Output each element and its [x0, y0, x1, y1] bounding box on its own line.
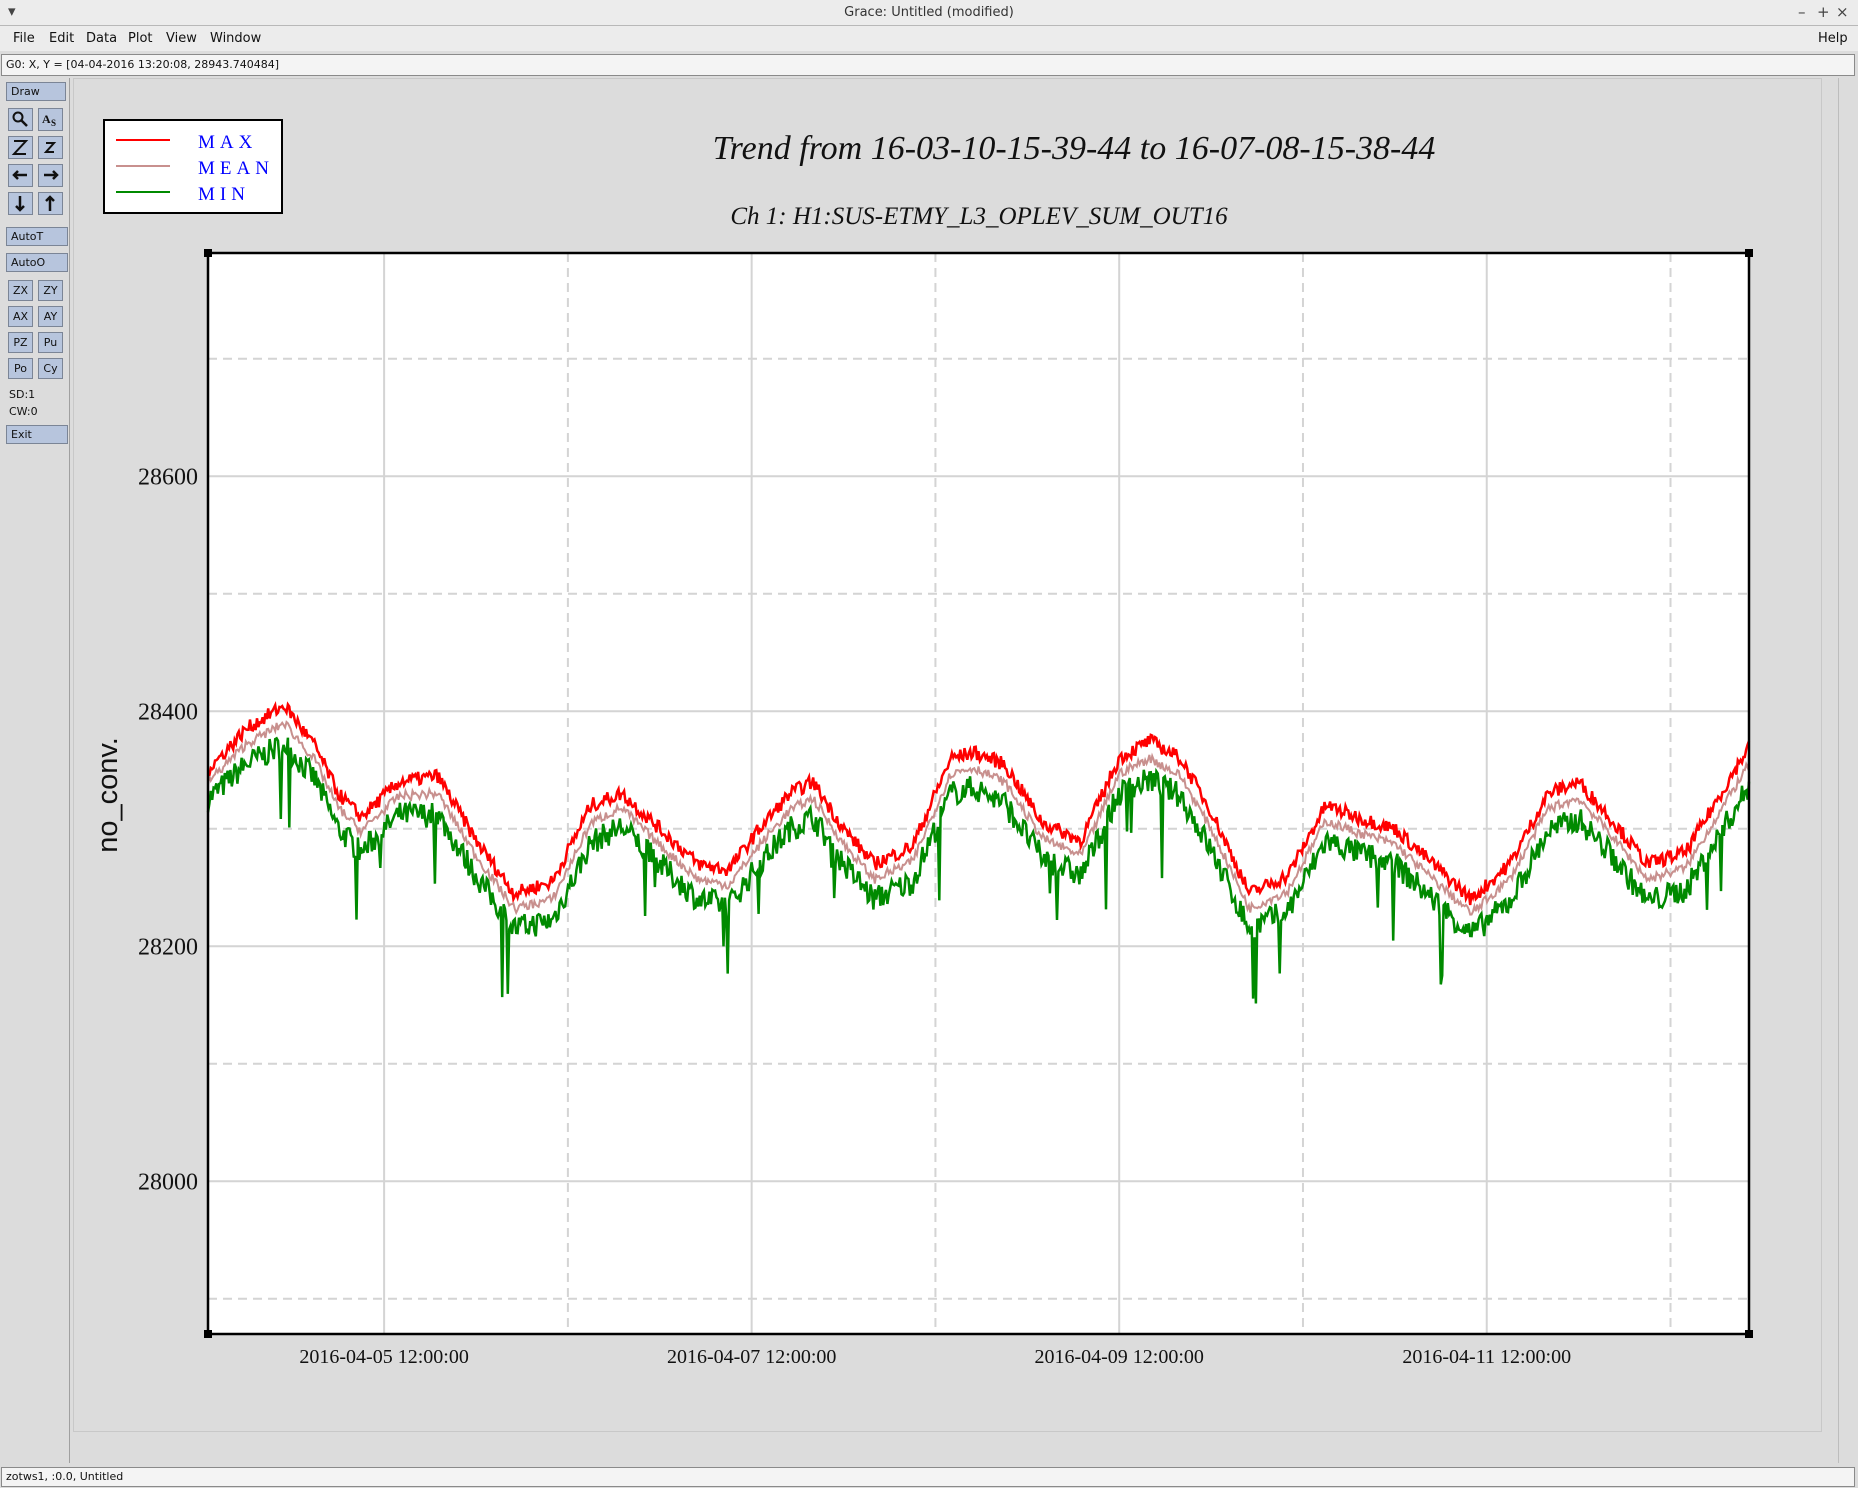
menu-data[interactable]: Data — [86, 31, 117, 46]
y-tick-label: 28000 — [138, 1169, 198, 1195]
maximize-icon[interactable]: + — [1817, 3, 1830, 21]
menu-window[interactable]: Window — [210, 31, 261, 46]
left-arrow-icon[interactable] — [8, 164, 33, 187]
x-tick-label: 2016-04-07 12:00:00 — [667, 1346, 836, 1368]
close-icon[interactable]: × — [1836, 3, 1849, 21]
draw-button[interactable]: Draw — [6, 82, 66, 101]
status-text: zotws1, :0.0, Untitled — [6, 1470, 124, 1483]
text-icon[interactable]: AS — [38, 108, 63, 131]
zx-button[interactable]: ZX — [8, 280, 33, 301]
coordinate-readout-text: G0: X, Y = [04-04-2016 13:20:08, 28943.7… — [6, 58, 280, 71]
autoo-button[interactable]: AutoO — [6, 253, 68, 272]
menu-plot[interactable]: Plot — [128, 31, 153, 46]
trend-chart: 28000 28200 28400 28600 2016-04-05 12:00:00… — [92, 119, 1753, 1368]
x-tick-label: 2016-04-09 12:00:00 — [1034, 1346, 1203, 1368]
zoom-icon[interactable] — [8, 108, 33, 131]
down-arrow-icon[interactable] — [8, 192, 33, 215]
menu-view[interactable]: View — [166, 31, 197, 46]
y-tick-label: 28200 — [138, 934, 198, 960]
zoom-in-icon[interactable] — [8, 136, 33, 159]
y-axis-label: no_conv. — [92, 737, 124, 853]
toolbox-panel: Draw AS AutoT AutoO ZX ZY AX AY PZ Pu Po… — [3, 78, 70, 1463]
ay-button[interactable]: AY — [38, 306, 63, 327]
y-tick-label: 28600 — [138, 464, 198, 490]
x-tick-label: 2016-04-05 12:00:00 — [299, 1346, 468, 1368]
window-titlebar: ▾ Grace: Untitled (modified) – + × — [0, 0, 1858, 26]
menu-help[interactable]: Help — [1818, 31, 1848, 46]
y-axis-ticks: 28000 28200 28400 28600 — [138, 464, 198, 1195]
zoom-out-icon[interactable] — [38, 136, 63, 159]
vertical-scrollbar[interactable] — [1838, 78, 1855, 1463]
corner-handle[interactable] — [1745, 1330, 1753, 1338]
legend[interactable]: MAX MEAN MIN — [103, 119, 283, 214]
coordinate-readout: G0: X, Y = [04-04-2016 13:20:08, 28943.7… — [1, 54, 1855, 76]
minimize-icon[interactable]: – — [1798, 3, 1806, 21]
legend-label-min: MIN — [198, 184, 250, 205]
up-arrow-icon[interactable] — [38, 192, 63, 215]
svg-text:S: S — [51, 118, 56, 128]
menu-file[interactable]: File — [13, 31, 35, 46]
corner-handle[interactable] — [204, 249, 212, 257]
window-title: Grace: Untitled (modified) — [844, 5, 1014, 20]
legend-label-max: MAX — [198, 132, 257, 153]
pu-button[interactable]: Pu — [38, 332, 63, 353]
corner-handle[interactable] — [204, 1330, 212, 1338]
autot-button[interactable]: AutoT — [6, 227, 68, 246]
exit-button[interactable]: Exit — [6, 425, 68, 444]
ax-button[interactable]: AX — [8, 306, 33, 327]
y-tick-label: 28400 — [138, 699, 198, 725]
po-button[interactable]: Po — [8, 358, 33, 379]
pz-button[interactable]: PZ — [8, 332, 33, 353]
legend-label-mean: MEAN — [198, 158, 274, 179]
x-tick-label: 2016-04-11 12:00:00 — [1402, 1346, 1571, 1368]
cy-button[interactable]: Cy — [38, 358, 63, 379]
svg-text:A: A — [42, 112, 51, 126]
zy-button[interactable]: ZY — [38, 280, 63, 301]
status-bar: zotws1, :0.0, Untitled — [1, 1467, 1855, 1487]
menu-edit[interactable]: Edit — [49, 31, 74, 46]
graph-canvas[interactable]: 28000 28200 28400 28600 2016-04-05 12:00:00… — [73, 78, 1822, 1432]
chart-title: Trend from 16-03-10-15-39-44 to 16-07-08… — [713, 130, 1436, 167]
corner-handle[interactable] — [1745, 249, 1753, 257]
chart-subtitle: Ch 1: H1:SUS-ETMY_L3_OPLEV_SUM_OUT16 — [730, 203, 1228, 230]
cw-label: CW:0 — [9, 405, 38, 418]
right-arrow-icon[interactable] — [38, 164, 63, 187]
menu-bar: File Edit Data Plot View Window Help — [0, 26, 1858, 51]
x-axis-ticks: 2016-04-05 12:00:00 2016-04-07 12:00:00 20… — [299, 1346, 1571, 1368]
sd-label: SD:1 — [9, 388, 36, 401]
